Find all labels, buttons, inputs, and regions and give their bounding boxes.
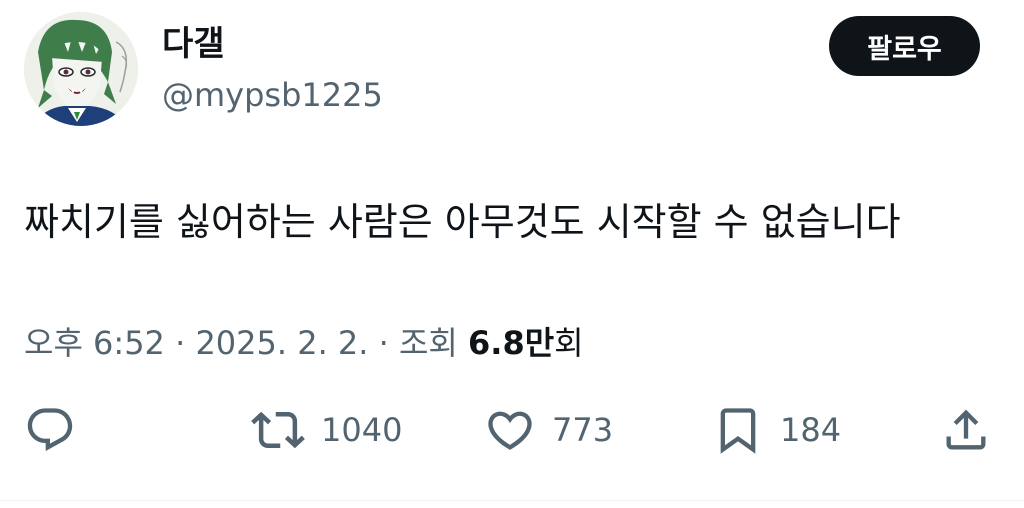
follow-button[interactable]: 팔로우 (829, 16, 980, 76)
retweet-button[interactable]: 1040 (251, 400, 402, 460)
views-unit: 회 (554, 324, 584, 362)
divider (0, 500, 1024, 501)
meta-separator: · (164, 324, 196, 362)
heart-icon (488, 411, 532, 450)
reply-button[interactable] (24, 400, 76, 460)
retweet-count: 1040 (321, 411, 403, 449)
bookmark-button[interactable]: 184 (712, 400, 841, 460)
retweet-icon (251, 411, 305, 449)
tweet-date[interactable]: 2025. 2. 2. (195, 324, 368, 362)
bookmark-icon (720, 408, 756, 454)
share-button[interactable] (940, 400, 992, 460)
tweet-meta: 오후 6:52 · 2025. 2. 2. · 조회 6.8만회 (24, 321, 584, 365)
tweet-text: 짜치기를 싫어하는 사람은 아무것도 시작할 수 없습니다 (24, 200, 901, 244)
bookmark-count: 184 (780, 411, 842, 449)
views-label: 조회 (398, 324, 469, 362)
views-count[interactable]: 6.8만 (468, 324, 554, 362)
display-name[interactable]: 다갤 (162, 22, 225, 66)
like-count: 773 (552, 411, 614, 449)
reply-icon (27, 408, 73, 452)
tweet-card: 다갤 @mypsb1225 팔로우 짜치기를 싫어하는 사람은 아무것도 시작할… (0, 0, 1024, 508)
tweet-time[interactable]: 오후 6:52 (24, 324, 165, 362)
action-bar: 1040 773 184 (0, 400, 1024, 460)
user-handle[interactable]: @mypsb1225 (162, 74, 383, 116)
avatar[interactable] (24, 12, 138, 126)
share-icon (946, 409, 986, 450)
meta-separator: · (368, 324, 399, 362)
avatar-illustration (24, 12, 138, 126)
like-button[interactable]: 773 (484, 400, 613, 460)
